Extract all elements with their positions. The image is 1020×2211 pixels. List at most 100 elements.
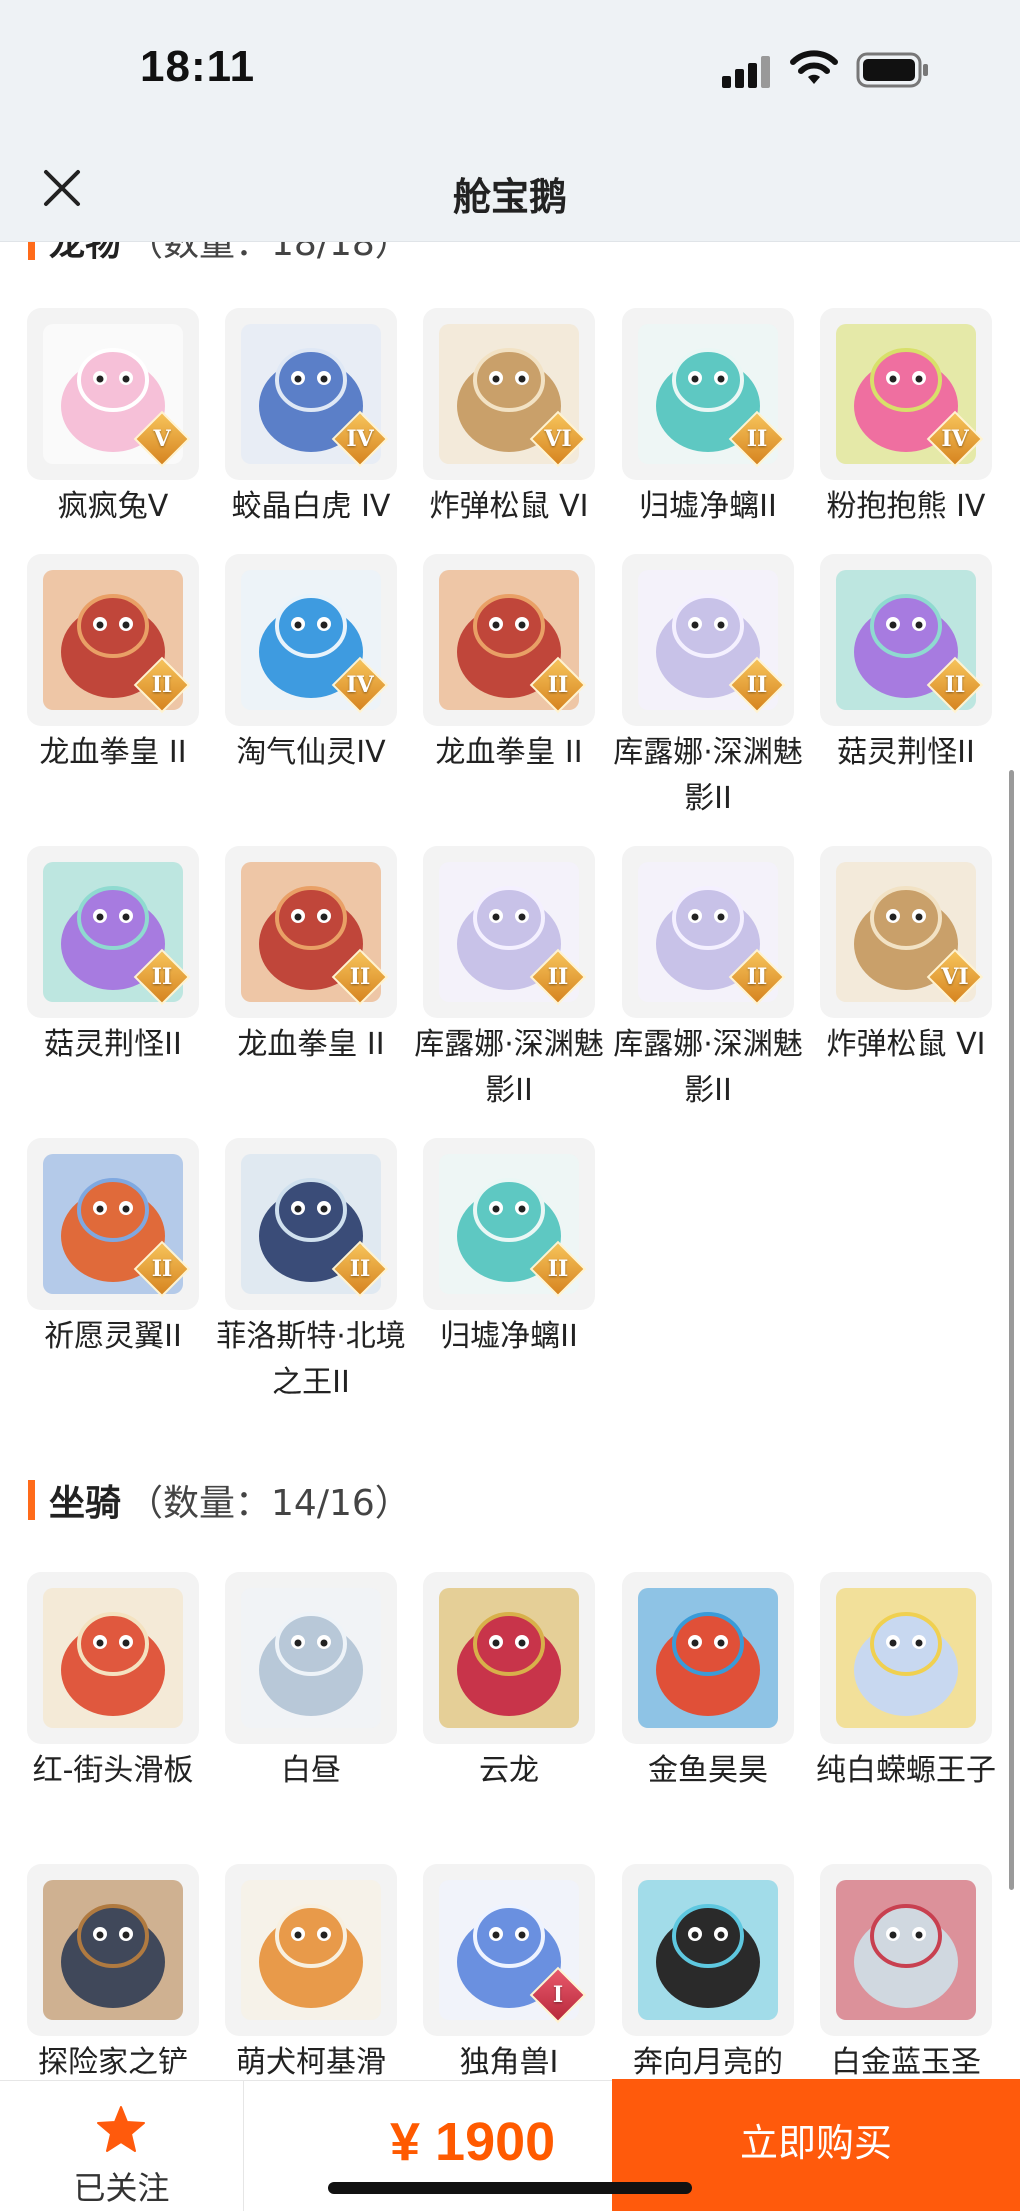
mount-name: 白金蓝玉圣	[831, 2045, 981, 2080]
status-time: 18:11	[140, 42, 256, 91]
pet-name: 归墟净螭II	[639, 489, 777, 524]
wifi-icon	[790, 50, 838, 84]
mount-item[interactable]: 白金蓝玉圣	[820, 1864, 992, 2080]
pet-item[interactable]: II 归墟净螭II	[622, 308, 794, 530]
pet-thumbnail[interactable]: IV	[225, 554, 397, 726]
mount-name: 探险家之铲	[38, 2045, 188, 2080]
pet-name: 库露娜·深渊魅影II	[613, 735, 803, 816]
pet-thumbnail[interactable]: II	[622, 308, 794, 480]
pet-item[interactable]: IV 蛟晶白虎 IV	[225, 308, 397, 530]
rank-badge: II	[133, 948, 191, 1006]
pet-thumbnail[interactable]: II	[423, 846, 595, 1018]
pet-name: 疯疯兔V	[57, 489, 169, 524]
follow-button[interactable]: 已关注	[0, 2081, 244, 2211]
pet-name: 库露娜·深渊魅影II	[414, 1027, 604, 1108]
pet-thumbnail[interactable]: VI	[423, 308, 595, 480]
pet-thumbnail[interactable]: II	[27, 554, 199, 726]
star-icon	[97, 2106, 145, 2152]
mount-thumbnail[interactable]	[622, 1572, 794, 1744]
battery-icon	[856, 52, 928, 88]
mount-thumbnail[interactable]	[820, 1864, 992, 2036]
pet-thumbnail[interactable]: V	[27, 308, 199, 480]
mount-thumbnail[interactable]	[27, 1572, 199, 1744]
mount-item[interactable]: 奔向月亮的	[622, 1864, 794, 2080]
pet-item[interactable]: II 库露娜·深渊魅影II	[414, 846, 604, 1114]
pet-item[interactable]: II 祈愿灵翼II	[27, 1138, 199, 1360]
mount-thumbnail[interactable]: I	[423, 1864, 595, 2036]
pet-item[interactable]: VI 炸弹松鼠 VI	[820, 846, 992, 1068]
pet-item[interactable]: II 龙血拳皇 II	[27, 554, 199, 776]
mount-item[interactable]: 萌犬柯基滑	[225, 1864, 397, 2080]
rank-badge: II	[331, 1240, 389, 1298]
pet-item[interactable]: IV 淘气仙灵IV	[225, 554, 397, 776]
rank-badge: II	[529, 1240, 587, 1298]
rank-badge: II	[926, 656, 984, 714]
pet-item[interactable]: VI 炸弹松鼠 VI	[423, 308, 595, 530]
page-title: 舱宝鹅	[452, 175, 567, 219]
pet-item[interactable]: IV 粉抱抱熊 IV	[820, 308, 992, 530]
pet-item[interactable]: II 库露娜·深渊魅影II	[613, 554, 803, 822]
pet-item[interactable]: II 龙血拳皇 II	[423, 554, 595, 776]
mount-thumbnail[interactable]	[622, 1864, 794, 2036]
pet-thumbnail[interactable]: II	[622, 554, 794, 726]
pet-item[interactable]: II 归墟净螭II	[423, 1138, 595, 1360]
pet-thumbnail[interactable]: IV	[820, 308, 992, 480]
pet-name: 炸弹松鼠 VI	[826, 1027, 986, 1062]
pet-item[interactable]: II 菲洛斯特·北境之王II	[216, 1138, 406, 1406]
follow-label: 已关注	[73, 2169, 170, 2207]
rank-badge: VI	[926, 948, 984, 1006]
pet-name: 龙血拳皇 II	[435, 735, 583, 770]
mount-name: 红-街头滑板	[32, 1753, 194, 1788]
pet-thumbnail[interactable]: II	[225, 1138, 397, 1310]
mount-thumbnail[interactable]	[27, 1864, 199, 2036]
mount-name: 奔向月亮的	[633, 2045, 783, 2080]
pet-thumbnail[interactable]: II	[27, 1138, 199, 1310]
nav-bar: 舱宝鹅	[0, 130, 1020, 242]
pet-thumbnail[interactable]: II	[225, 846, 397, 1018]
pet-thumbnail[interactable]: II	[423, 554, 595, 726]
pet-name: 祈愿灵翼II	[44, 1319, 182, 1354]
mount-item[interactable]: 金鱼昊昊	[622, 1572, 794, 1794]
signal-icon	[722, 56, 770, 88]
rank-badge: IV	[331, 410, 389, 468]
rank-badge: II	[331, 948, 389, 1006]
pet-item[interactable]: II 库露娜·深渊魅影II	[613, 846, 803, 1114]
pet-thumbnail[interactable]: VI	[820, 846, 992, 1018]
rank-badge: II	[133, 1240, 191, 1298]
mount-name: 云龙	[479, 1753, 539, 1788]
mount-name: 萌犬柯基滑	[236, 2045, 386, 2080]
home-indicator	[328, 2182, 692, 2194]
mount-thumbnail[interactable]	[225, 1572, 397, 1744]
mount-item[interactable]: 白昼	[225, 1572, 397, 1794]
status-bar: 18:11	[0, 0, 1020, 130]
rank-badge: II	[728, 948, 786, 1006]
mount-item[interactable]: 云龙	[423, 1572, 595, 1794]
mount-item[interactable]: 红-街头滑板	[27, 1572, 199, 1794]
pet-item[interactable]: II 菇灵荆怪II	[27, 846, 199, 1068]
mount-item[interactable]: I 独角兽I	[423, 1864, 595, 2080]
pet-item[interactable]: V 疯疯兔V	[27, 308, 199, 530]
pet-item[interactable]: II 菇灵荆怪II	[820, 554, 992, 776]
pet-thumbnail[interactable]: II	[27, 846, 199, 1018]
pet-item[interactable]: II 龙血拳皇 II	[225, 846, 397, 1068]
pet-thumbnail[interactable]: II	[622, 846, 794, 1018]
content-scroll[interactable]: 龙物 （数量：18/18） V 疯疯兔V IV 蛟晶白虎 IV VI 炸弹松鼠 VI II 归…	[0, 242, 1020, 2080]
pet-thumbnail[interactable]: II	[423, 1138, 595, 1310]
mount-item[interactable]: 探险家之铲	[27, 1864, 199, 2080]
mount-thumbnail[interactable]	[820, 1572, 992, 1744]
mount-item[interactable]: 纯白蝾螈王子	[816, 1572, 996, 1794]
mount-name: 独角兽I	[459, 2045, 559, 2080]
pet-thumbnail[interactable]: IV	[225, 308, 397, 480]
scrollbar[interactable]	[1009, 770, 1014, 1890]
mount-thumbnail[interactable]	[423, 1572, 595, 1744]
section-title: 龙物	[49, 242, 122, 264]
creature-image	[439, 1588, 579, 1728]
rank-badge: IV	[331, 656, 389, 714]
pet-thumbnail[interactable]: II	[820, 554, 992, 726]
rank-badge: II	[133, 656, 191, 714]
mount-thumbnail[interactable]	[225, 1864, 397, 2036]
section-accent-bar	[28, 242, 35, 260]
pet-name: 淘气仙灵IV	[236, 735, 386, 770]
mount-name: 金鱼昊昊	[648, 1753, 768, 1788]
rank-badge: I	[529, 1966, 587, 2024]
